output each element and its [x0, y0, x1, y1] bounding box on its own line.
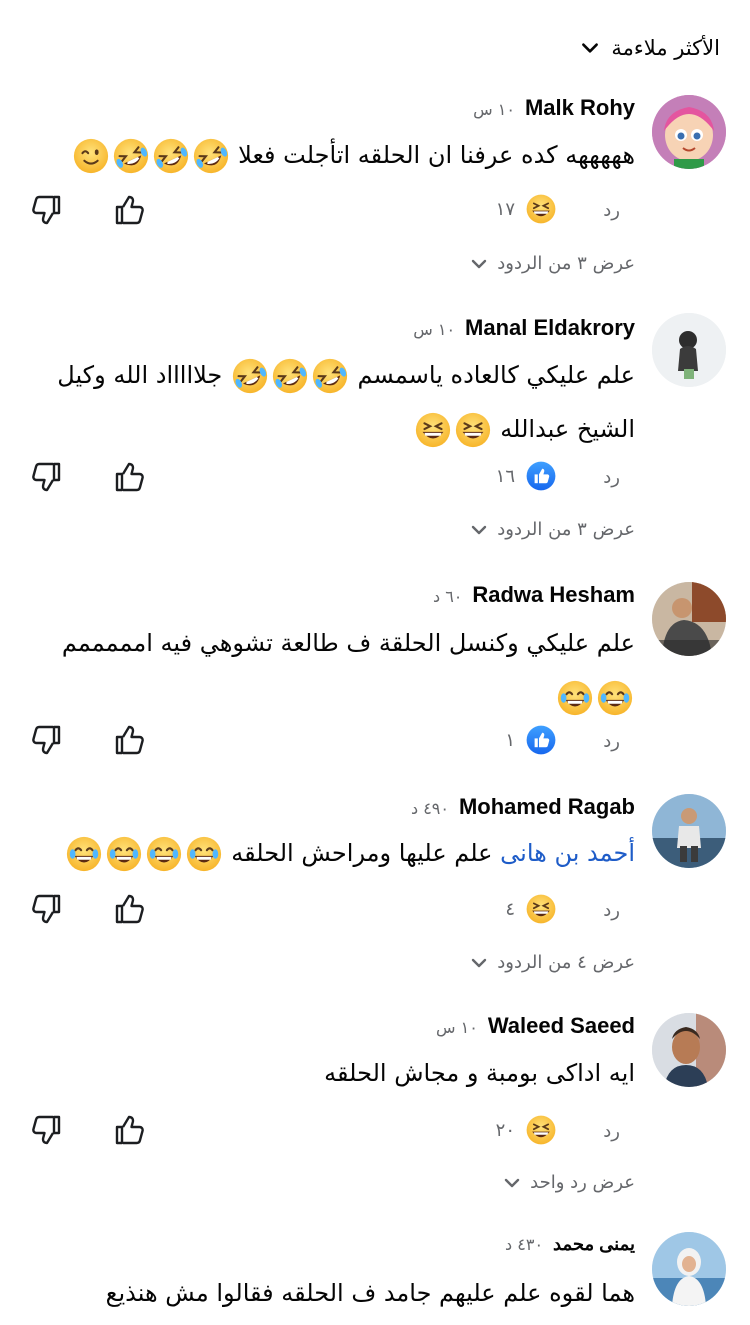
comment-text: هما لقوه علم عليهم جامد ف الحلقه فقالوا …: [105, 1279, 635, 1307]
joy-emoji-icon: [145, 835, 183, 873]
laugh-reaction-icon: [525, 893, 557, 925]
joy-emoji-icon: [556, 679, 594, 717]
reaction-count: ٤: [505, 898, 515, 920]
joy-emoji-icon: [105, 835, 143, 873]
comment-author[interactable]: Waleed Saeed: [488, 1013, 635, 1039]
comment-header: Radwa Hesham ٦٠ د: [433, 582, 635, 608]
chevron-down-icon: [469, 953, 489, 973]
comment-time[interactable]: ١٠ س: [436, 1018, 478, 1037]
reaction-count: ١٦: [495, 465, 515, 487]
reply-button[interactable]: رد: [603, 200, 620, 221]
chevron-down-icon: [469, 520, 489, 540]
grin-emoji-icon: [414, 411, 452, 449]
reply-button[interactable]: رد: [603, 1121, 620, 1142]
reaction-summary[interactable]: ٢٠: [496, 1114, 557, 1146]
view-replies-label: عرض ٣ من الردود: [497, 519, 635, 540]
comment-text: أحمد بن هانى علم عليها ومراحش الحلقه: [45, 826, 635, 880]
reaction-summary[interactable]: ١٦: [496, 460, 557, 492]
comment-text: علم عليكي كالعاده ياسمسم جلاااااد الله و…: [45, 348, 635, 456]
comment-text: هههههه كده عرفنا ان الحلقه اتأجلت فعلا: [45, 128, 635, 182]
chevron-down-icon: [579, 37, 601, 59]
thumbs-up-icon[interactable]: [112, 192, 148, 228]
like-reaction-icon: [525, 724, 557, 756]
view-replies-label: عرض ٣ من الردود: [497, 253, 635, 274]
chevron-down-icon: [502, 1173, 522, 1193]
grin-emoji-icon: [454, 411, 492, 449]
thumbs-up-icon[interactable]: [112, 891, 148, 927]
view-replies-label: عرض ٤ من الردود: [497, 952, 635, 973]
comment-author[interactable]: Mohamed Ragab: [459, 794, 635, 820]
comment-time[interactable]: ١٠ س: [413, 320, 455, 339]
thumbs-up-icon[interactable]: [112, 722, 148, 758]
comment-author[interactable]: Manal Eldakrory: [465, 315, 635, 341]
comment-header: Malk Rohy ١٠ س: [473, 95, 635, 121]
comment-author[interactable]: يمنى محمد: [553, 1234, 635, 1255]
thumbs-up-icon[interactable]: [112, 1112, 148, 1148]
reaction-summary[interactable]: ١: [505, 724, 557, 756]
avatar[interactable]: [652, 794, 726, 868]
rofl-emoji-icon: [311, 357, 349, 395]
mention-link[interactable]: أحمد بن هانى: [500, 839, 635, 867]
view-replies-link[interactable]: عرض رد واحد: [502, 1172, 635, 1193]
joy-emoji-icon: [596, 679, 634, 717]
sort-label: الأكثر ملاءمة: [611, 36, 720, 60]
joy-emoji-icon: [185, 835, 223, 873]
rofl-emoji-icon: [112, 137, 150, 175]
comment-time[interactable]: ١٠ س: [473, 100, 515, 119]
avatar[interactable]: [652, 1232, 726, 1306]
thumbs-down-icon[interactable]: [28, 891, 64, 927]
comment-text: ايه اداكى بومبة و مجاش الحلقه: [324, 1059, 635, 1087]
view-replies-label: عرض رد واحد: [530, 1172, 635, 1193]
thumbs-down-icon[interactable]: [28, 192, 64, 228]
thumbs-down-icon[interactable]: [28, 1112, 64, 1148]
comment-header: Waleed Saeed ١٠ س: [436, 1013, 635, 1039]
laugh-reaction-icon: [525, 1114, 557, 1146]
rofl-emoji-icon: [192, 137, 230, 175]
chevron-down-icon: [469, 254, 489, 274]
avatar[interactable]: [652, 1013, 726, 1087]
rofl-emoji-icon: [271, 357, 309, 395]
comment-author[interactable]: Malk Rohy: [525, 95, 635, 121]
view-replies-link[interactable]: عرض ٣ من الردود: [469, 253, 635, 274]
reaction-count: ٢٠: [495, 1119, 515, 1141]
reply-button[interactable]: رد: [603, 731, 620, 752]
reply-button[interactable]: رد: [603, 467, 620, 488]
wink-emoji-icon: [72, 137, 110, 175]
laugh-reaction-icon: [525, 193, 557, 225]
comment-header: Mohamed Ragab ٤٩٠ د: [411, 794, 635, 820]
view-replies-link[interactable]: عرض ٤ من الردود: [469, 952, 635, 973]
rofl-emoji-icon: [231, 357, 269, 395]
avatar[interactable]: [652, 582, 726, 656]
comment-header: يمنى محمد ٤٣٠ د: [505, 1234, 635, 1255]
like-reaction-icon: [525, 460, 557, 492]
thumbs-up-icon[interactable]: [112, 459, 148, 495]
joy-emoji-icon: [65, 835, 103, 873]
comment-time[interactable]: ٦٠ د: [433, 587, 462, 606]
thumbs-down-icon[interactable]: [28, 722, 64, 758]
thumbs-down-icon[interactable]: [28, 459, 64, 495]
comment-time[interactable]: ٤٣٠ د: [505, 1235, 543, 1254]
avatar[interactable]: [652, 95, 726, 169]
reaction-summary[interactable]: ١٧: [496, 193, 557, 225]
reaction-count: ١: [505, 729, 515, 751]
avatar[interactable]: [652, 313, 726, 387]
reaction-count: ١٧: [495, 198, 515, 220]
sort-dropdown[interactable]: الأكثر ملاءمة: [579, 30, 720, 66]
comment-text: علم عليكي وكنسل الحلقة ف طالعة تشوهي فيه…: [45, 616, 635, 724]
comment-author[interactable]: Radwa Hesham: [472, 582, 635, 608]
rofl-emoji-icon: [152, 137, 190, 175]
comment-time[interactable]: ٤٩٠ د: [411, 799, 449, 818]
comment-header: Manal Eldakrory ١٠ س: [413, 315, 635, 341]
view-replies-link[interactable]: عرض ٣ من الردود: [469, 519, 635, 540]
reaction-summary[interactable]: ٤: [505, 893, 557, 925]
reply-button[interactable]: رد: [603, 900, 620, 921]
